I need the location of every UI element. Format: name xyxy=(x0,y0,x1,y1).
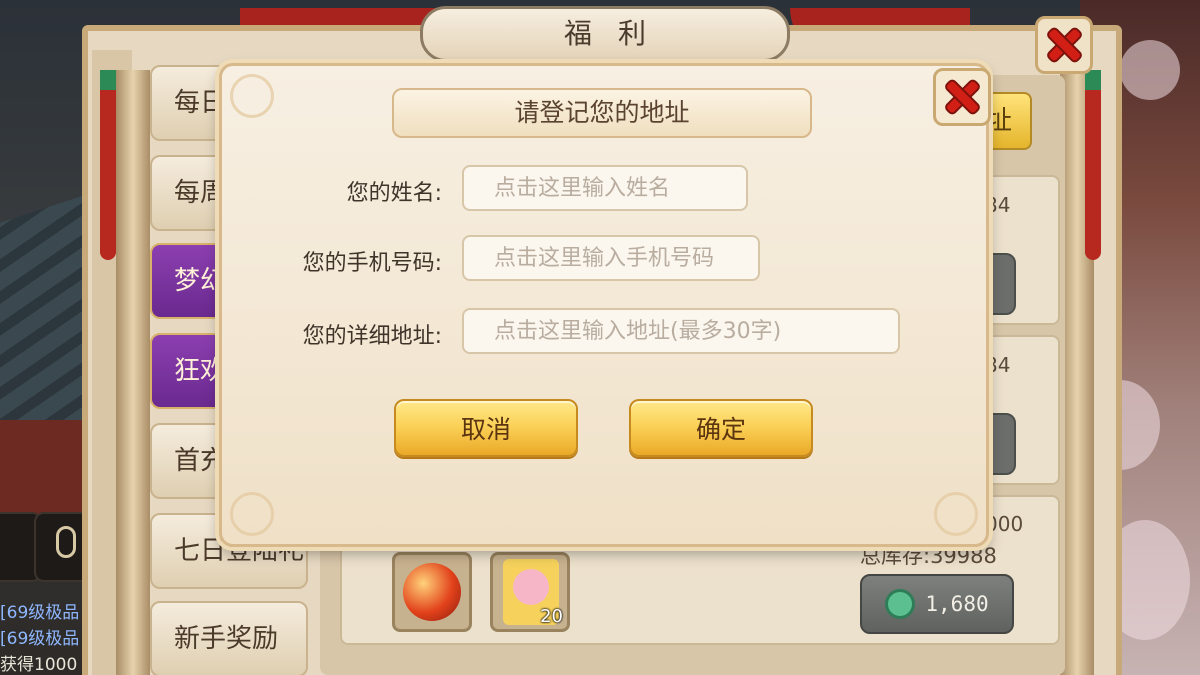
corner-ornament xyxy=(230,74,274,118)
reward-count: 000 xyxy=(985,512,1024,536)
close-icon xyxy=(1047,28,1081,62)
phone-input[interactable] xyxy=(462,235,760,281)
cancel-button[interactable]: 取消 xyxy=(394,399,578,457)
tassel-right xyxy=(1085,70,1101,260)
item-slot-pet-card[interactable]: 20 xyxy=(490,552,570,632)
microphone-icon xyxy=(56,526,76,558)
dialog-close-button[interactable] xyxy=(933,68,991,126)
jade-coin-icon xyxy=(885,589,916,619)
panel-pillar-left xyxy=(116,70,150,675)
address-input[interactable] xyxy=(462,308,900,354)
blossom-decoration xyxy=(1120,40,1180,100)
name-label: 您的姓名: xyxy=(346,181,442,206)
address-label: 您的详细地址: xyxy=(302,324,442,349)
corner-ornament xyxy=(230,492,274,536)
price-value: 1,680 xyxy=(925,592,989,616)
panel-title: 福利 xyxy=(420,6,790,62)
corner-ornament xyxy=(934,492,978,536)
item-slot-orb[interactable] xyxy=(392,552,472,632)
close-icon xyxy=(945,80,979,114)
dialog-title: 请登记您的地址 xyxy=(392,88,812,138)
name-input[interactable] xyxy=(462,165,748,211)
panel-close-button[interactable] xyxy=(1035,16,1093,74)
address-dialog: 请登记您的地址 您的姓名: 您的手机号码: 您的详细地址: 取消 确定 xyxy=(219,63,991,547)
phone-label: 您的手机号码: xyxy=(302,251,442,276)
item-count: 20 xyxy=(540,606,563,627)
fire-orb-icon xyxy=(403,563,461,621)
menu-item-newbie-reward[interactable]: 新手奖励 xyxy=(150,601,308,675)
buy-price-button[interactable]: 1,680 xyxy=(860,574,1014,634)
pet-face-icon xyxy=(513,569,549,605)
tassel-left xyxy=(100,70,116,260)
confirm-button[interactable]: 确定 xyxy=(629,399,813,457)
